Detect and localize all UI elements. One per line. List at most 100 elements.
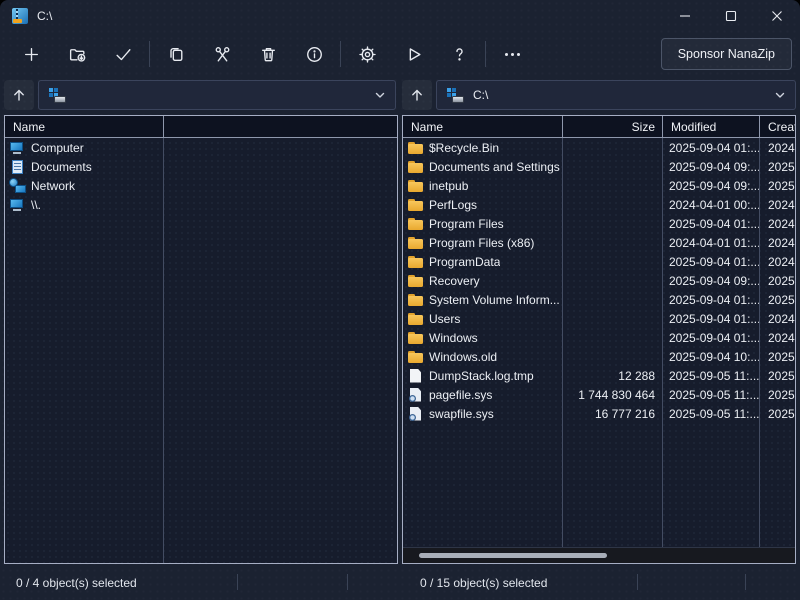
delete-button[interactable] (245, 37, 291, 71)
item-modified: 2025-09-04 01:... (669, 216, 760, 231)
extract-button[interactable] (54, 37, 100, 71)
left-up-button[interactable] (4, 80, 34, 110)
drive-icon (48, 87, 66, 103)
column-header-empty[interactable] (164, 116, 397, 137)
item-modified: 2025-09-04 09:... (669, 273, 760, 288)
column-header-created[interactable]: Created (760, 116, 795, 137)
computer-icon (9, 197, 26, 213)
table-row[interactable]: swapfile.sys 16 777 216 2025-09-05 11:..… (403, 404, 795, 423)
scissors-icon (215, 46, 229, 62)
item-modified: 2025-09-04 09:... (669, 159, 760, 174)
left-file-list: Computer Documents Network \\. (5, 138, 397, 563)
chevron-down-icon (774, 89, 786, 101)
column-header-name[interactable]: Name (403, 116, 563, 137)
table-row[interactable]: System Volume Inform... 2025-09-04 01:..… (403, 290, 795, 309)
table-row[interactable]: Recovery 2025-09-04 09:... 2025- (403, 271, 795, 290)
item-modified: 2024-04-01 00:... (669, 197, 760, 212)
table-row[interactable]: Program Files 2025-09-04 01:... 2024- (403, 214, 795, 233)
left-address-combobox[interactable] (38, 80, 396, 110)
table-row[interactable]: Windows 2025-09-04 01:... 2024- (403, 328, 795, 347)
item-modified: 2025-09-04 01:... (669, 330, 760, 345)
folder-icon (407, 216, 424, 232)
info-button[interactable] (291, 37, 337, 71)
minimize-button[interactable] (662, 0, 708, 32)
table-row[interactable]: Users 2025-09-04 01:... 2024- (403, 309, 795, 328)
table-row[interactable]: ProgramData 2025-09-04 01:... 2024- (403, 252, 795, 271)
folder-icon (407, 311, 424, 327)
gear-icon (358, 45, 376, 63)
table-row[interactable]: Documents and Settings 2025-09-04 09:...… (403, 157, 795, 176)
folder-icon (407, 330, 424, 346)
item-size: 12 288 (618, 368, 655, 383)
table-row[interactable]: PerfLogs 2024-04-01 00:... 2024- (403, 195, 795, 214)
list-item[interactable]: Documents (5, 157, 397, 176)
move-button[interactable] (199, 37, 245, 71)
item-created: 2025- (768, 406, 795, 421)
test-button[interactable] (100, 37, 146, 71)
add-button[interactable] (8, 37, 54, 71)
list-item[interactable]: Network (5, 176, 397, 195)
extract-folder-icon (69, 48, 85, 62)
scrollbar-thumb[interactable] (419, 553, 607, 558)
column-header-size[interactable]: Size (563, 116, 663, 137)
toolbar-separator (340, 41, 341, 67)
folder-icon (407, 273, 424, 289)
right-status-text: 0 / 15 object(s) selected (420, 576, 548, 590)
item-created: 2025- (768, 387, 795, 402)
maximize-button[interactable] (708, 0, 754, 32)
table-row[interactable]: Program Files (x86) 2024-04-01 01:... 20… (403, 233, 795, 252)
network-icon (9, 177, 26, 194)
column-header-name[interactable]: Name (5, 116, 164, 137)
item-created: 2025- (768, 178, 795, 193)
table-row[interactable]: $Recycle.Bin 2025-09-04 01:... 2024- (403, 138, 795, 157)
item-label: \\. (31, 197, 42, 212)
toolbar-separator (149, 41, 150, 67)
close-icon (772, 11, 782, 21)
nanazip-window: C:\ Sponsor NanaZip C:\ Name Computer Do… (0, 0, 800, 600)
list-item[interactable]: Computer (5, 138, 397, 157)
right-address-combobox[interactable]: C:\ (436, 80, 796, 110)
item-created: 2025- (768, 292, 795, 307)
item-label: Documents (31, 159, 92, 174)
close-button[interactable] (754, 0, 800, 32)
sponsor-button[interactable]: Sponsor NanaZip (660, 38, 792, 70)
documents-icon (9, 159, 26, 175)
table-row[interactable]: pagefile.sys 1 744 830 464 2025-09-05 11… (403, 385, 795, 404)
column-header-modified[interactable]: Modified (663, 116, 760, 137)
table-row[interactable]: DumpStack.log.tmp 12 288 2025-09-05 11:.… (403, 366, 795, 385)
computer-icon (9, 140, 26, 156)
item-created: 2024- (768, 254, 795, 269)
item-size: 1 744 830 464 (578, 387, 655, 402)
copy-button[interactable] (153, 37, 199, 71)
item-created: 2024- (768, 140, 795, 155)
help-button[interactable] (436, 37, 482, 71)
item-modified: 2025-09-05 11:... (669, 387, 760, 402)
right-up-button[interactable] (402, 80, 432, 110)
table-row[interactable]: Windows.old 2025-09-04 10:... 2025- (403, 347, 795, 366)
item-modified: 2025-09-05 11:... (669, 368, 760, 383)
run-button[interactable] (390, 37, 436, 71)
horizontal-scrollbar[interactable] (403, 547, 795, 563)
item-label: $Recycle.Bin (429, 140, 500, 155)
copy-icon (169, 47, 182, 61)
item-label: pagefile.sys (429, 387, 493, 402)
column-divider (562, 138, 563, 548)
settings-button[interactable] (344, 37, 390, 71)
table-row[interactable]: inetpub 2025-09-04 09:... 2025- (403, 176, 795, 195)
item-label: Windows (429, 330, 478, 345)
folder-icon (407, 292, 424, 308)
question-mark-icon (455, 47, 463, 61)
address-row: C:\ (0, 78, 800, 112)
chevron-down-icon (374, 89, 386, 101)
info-icon (306, 46, 322, 62)
drive-icon (446, 87, 464, 103)
item-created: 2024- (768, 197, 795, 212)
left-pane: Name Computer Documents Network \\. (4, 115, 398, 564)
list-item[interactable]: \\. (5, 195, 397, 214)
column-divider (759, 138, 760, 548)
item-created: 2024- (768, 330, 795, 345)
play-icon (409, 47, 421, 61)
more-button[interactable] (489, 37, 535, 71)
item-created: 2024- (768, 216, 795, 231)
item-label: swapfile.sys (429, 406, 494, 421)
